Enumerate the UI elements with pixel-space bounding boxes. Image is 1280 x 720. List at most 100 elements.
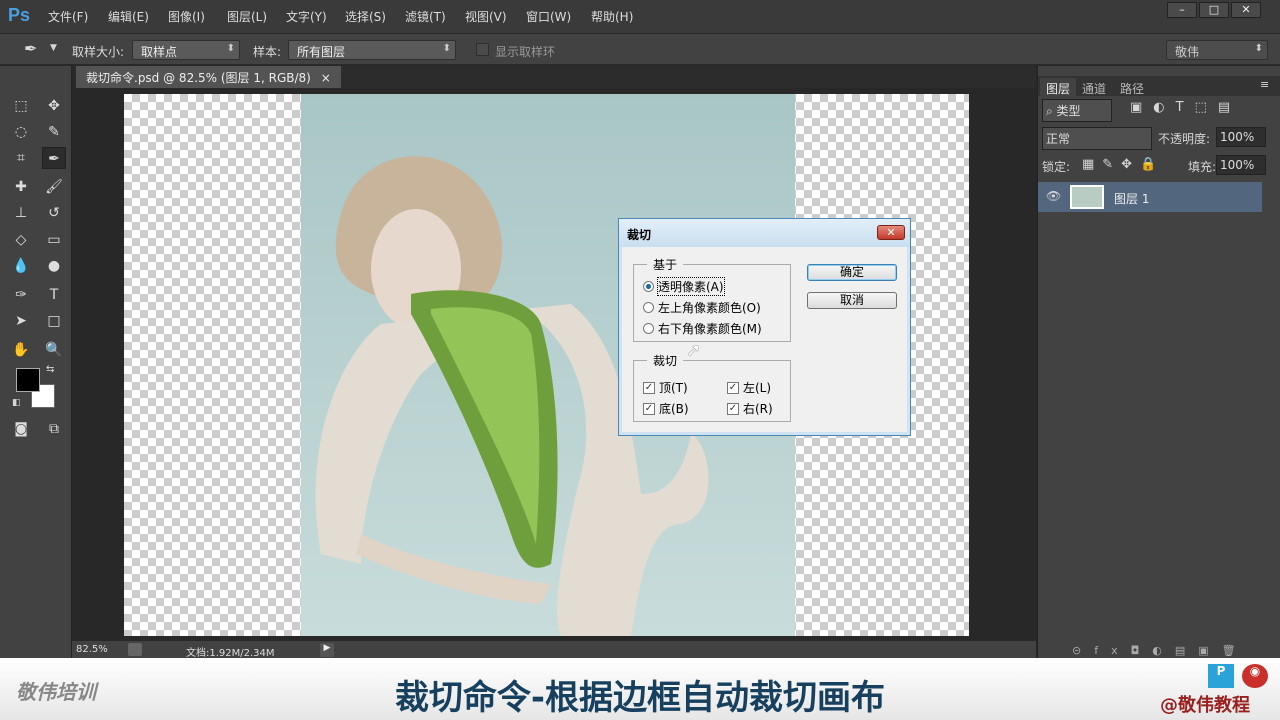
quick-mask-icon[interactable]: ◙ <box>9 418 33 440</box>
eraser-tool-icon[interactable]: ◇ <box>9 229 33 251</box>
brush-tool-icon[interactable]: 🖌 <box>42 176 66 198</box>
dodge-tool-icon[interactable]: ● <box>42 255 66 277</box>
checkbox-top[interactable]: ✓ 顶(T) <box>643 379 688 396</box>
move-tool-icon[interactable]: ✥ <box>42 95 66 117</box>
filter-icons[interactable]: ▣◐T⬚▤ <box>1130 100 1241 115</box>
radio-bottom-right-color[interactable]: 右下角像素颜色(M) <box>643 320 762 337</box>
caption-banner: 敬伟培训 裁切命令-根据边框自动裁切画布 P ◉ @敬伟教程 <box>0 658 1280 720</box>
type-tool-icon[interactable]: T <box>42 284 66 306</box>
menu-view[interactable]: 视图(V) <box>465 8 507 25</box>
checkbox-right[interactable]: ✓ 右(R) <box>727 400 773 417</box>
document-size: 文档:1.92M/2.34M <box>186 648 275 659</box>
crop-tool-icon[interactable]: ⌗ <box>9 147 33 169</box>
radio-label: 透明像素(A) <box>657 277 725 296</box>
menu-file[interactable]: 文件(F) <box>48 8 88 25</box>
status-menu-arrow-icon[interactable]: ▶ <box>320 643 334 657</box>
fill-input[interactable]: 100% <box>1216 155 1266 175</box>
swap-colors-icon[interactable]: ⇆ <box>46 364 54 375</box>
radio-transparent[interactable]: 透明像素(A) <box>643 277 725 296</box>
screen-mode-icon[interactable]: ⧉ <box>42 418 66 440</box>
checkbox-left[interactable]: ✓ 左(L) <box>727 379 771 396</box>
zoom-level[interactable]: 82.5% <box>76 644 108 655</box>
layers-panel: 图层 通道 路径 ≡ ⌕ 类型 ▣◐T⬚▤ 正常 不透明度: 100% 锁定: … <box>1037 66 1280 658</box>
path-select-tool-icon[interactable]: ➤ <box>9 310 33 332</box>
checkbox-icon: ✓ <box>727 402 739 415</box>
lasso-tool-icon[interactable]: ◌ <box>9 121 33 143</box>
radio-icon <box>643 323 654 334</box>
cancel-button[interactable]: 取消 <box>807 292 897 309</box>
checkbox-label: 顶(T) <box>659 381 688 395</box>
weibo-handle: @敬伟教程 <box>1160 695 1250 716</box>
document-tab-title: 裁切命令.psd @ 82.5% (图层 1, RGB/8) <box>86 71 311 85</box>
menu-type[interactable]: 文字(Y) <box>286 8 327 25</box>
eyedropper-tool-icon[interactable]: ✒ <box>42 147 66 169</box>
trim-dialog: 裁切 ✕ 基于 透明像素(A) 左上角像素颜色(O) 右下角像素颜色(M) 裁切… <box>618 218 911 436</box>
photoshop-logo: Ps <box>8 5 31 25</box>
eye-visibility-icon[interactable]: 👁 <box>1046 189 1061 203</box>
dialog-close-button[interactable]: ✕ <box>877 225 905 240</box>
opacity-input[interactable]: 100% <box>1216 127 1266 147</box>
lock-label: 锁定: <box>1042 160 1071 174</box>
checkbox-label: 右(R) <box>743 402 773 416</box>
radio-top-left-color[interactable]: 左上角像素颜色(O) <box>643 299 761 316</box>
checkbox-bottom[interactable]: ✓ 底(B) <box>643 400 689 417</box>
menu-window[interactable]: 窗口(W) <box>526 8 571 25</box>
tool-preset-chevron-icon[interactable]: ▼ <box>50 43 57 53</box>
close-tab-icon[interactable]: × <box>321 71 331 85</box>
blend-mode-select[interactable]: 正常 <box>1042 127 1152 150</box>
opacity-label: 不透明度: <box>1158 132 1211 146</box>
document-tab[interactable]: 裁切命令.psd @ 82.5% (图层 1, RGB/8) × <box>76 66 341 88</box>
menu-layer[interactable]: 图层(L) <box>227 8 267 25</box>
menu-select[interactable]: 选择(S) <box>345 8 386 25</box>
radio-icon <box>643 281 654 292</box>
based-on-label: 基于 <box>647 256 684 273</box>
eyedropper-icon[interactable]: ✒ <box>24 39 37 58</box>
minimize-button[interactable]: – <box>1167 2 1197 18</box>
marquee-tool-icon[interactable]: ⬚ <box>9 95 33 117</box>
zoom-tool-icon[interactable]: 🔍 <box>42 339 66 361</box>
filter-kind-select[interactable]: ⌕ 类型 <box>1042 99 1112 122</box>
filter-kind-value: 类型 <box>1056 104 1081 118</box>
foreground-color-swatch[interactable] <box>16 368 40 392</box>
trim-label: 裁切 <box>647 352 684 369</box>
sample-label: 样本: <box>253 45 282 59</box>
pen-tool-icon[interactable]: ✑ <box>9 284 33 306</box>
show-ring-checkbox[interactable] <box>476 43 489 56</box>
lock-icons[interactable]: ▦✎✥🔒 <box>1082 157 1164 172</box>
layer-actions-icons[interactable]: ⊝fx◘◐▤▣🗑 <box>1072 644 1249 657</box>
menu-help[interactable]: 帮助(H) <box>591 8 633 25</box>
clone-stamp-tool-icon[interactable]: ⊥ <box>9 202 33 224</box>
layer-name: 图层 1 <box>1114 192 1150 206</box>
panel-menu-icon[interactable]: ≡ <box>1260 78 1269 91</box>
gradient-tool-icon[interactable]: ▭ <box>42 229 66 251</box>
radio-icon <box>643 302 654 313</box>
close-window-button[interactable]: ✕ <box>1231 2 1261 18</box>
checkbox-label: 底(B) <box>659 402 689 416</box>
healing-brush-tool-icon[interactable]: ✚ <box>9 176 33 198</box>
quick-select-tool-icon[interactable]: ✎ <box>42 121 66 143</box>
tab-channels[interactable]: 通道 <box>1076 78 1112 99</box>
default-colors-icon[interactable]: ◧ <box>12 398 21 408</box>
document-tab-bar: 裁切命令.psd @ 82.5% (图层 1, RGB/8) × <box>74 66 1036 88</box>
layer-row[interactable]: 👁 图层 1 <box>1038 182 1262 212</box>
menu-filter[interactable]: 滤镜(T) <box>405 8 446 25</box>
history-brush-tool-icon[interactable]: ↺ <box>42 202 66 224</box>
ok-button[interactable]: 确定 <box>807 264 897 281</box>
blur-tool-icon[interactable]: 💧 <box>9 255 33 277</box>
tab-paths[interactable]: 路径 <box>1114 78 1150 99</box>
sample-select[interactable]: 所有图层 <box>288 40 456 60</box>
rectangle-tool-icon[interactable]: □ <box>42 310 66 332</box>
status-info-icon[interactable] <box>128 643 142 656</box>
sample-size-select[interactable]: 取样点 <box>132 40 240 60</box>
show-ring-label: 显示取样环 <box>495 45 556 59</box>
radio-label: 右下角像素颜色(M) <box>658 322 762 336</box>
menu-edit[interactable]: 编辑(E) <box>108 8 149 25</box>
menu-image[interactable]: 图像(I) <box>168 8 205 25</box>
maximize-button[interactable]: □ <box>1199 2 1229 18</box>
workspace-select[interactable]: 敬伟 <box>1166 40 1268 60</box>
sample-size-label: 取样大小: <box>72 45 125 59</box>
banner-title: 裁切命令-根据边框自动裁切画布 <box>394 678 886 718</box>
tools-panel: ⬚ ✥ ◌ ✎ ⌗ ✒ ✚ 🖌 ⊥ ↺ ◇ ▭ 💧 ● ✑ T ➤ □ ✋ 🔍 … <box>0 66 72 658</box>
hand-tool-icon[interactable]: ✋ <box>9 339 33 361</box>
tab-layers[interactable]: 图层 <box>1040 78 1077 99</box>
